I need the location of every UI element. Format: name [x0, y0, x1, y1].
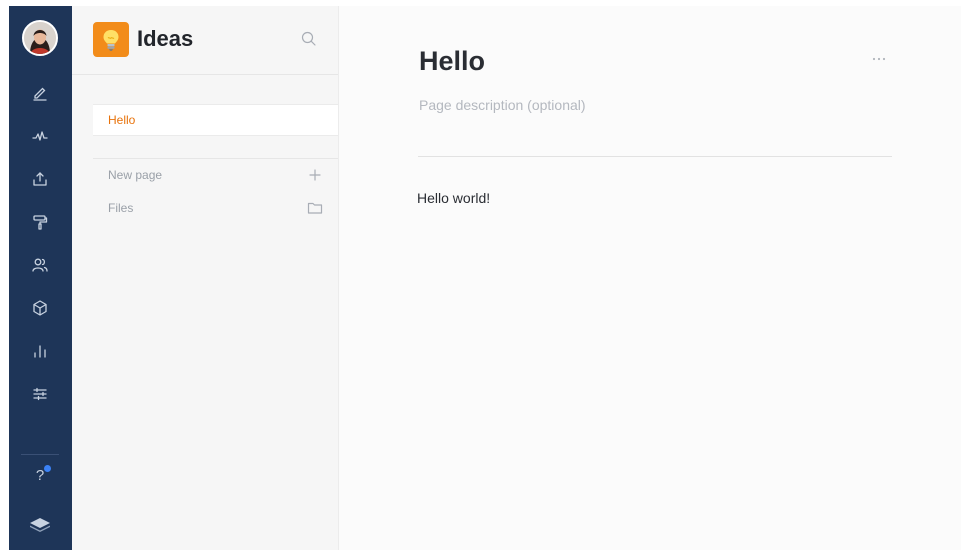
- icon-rail: ?: [9, 6, 72, 550]
- space-title: Ideas: [137, 26, 194, 51]
- help-icon[interactable]: ?: [29, 465, 51, 487]
- cube-icon[interactable]: [29, 297, 51, 319]
- paint-roller-icon[interactable]: [29, 211, 51, 233]
- files-button[interactable]: Files: [93, 196, 323, 222]
- page-body-text[interactable]: Hello world!: [417, 190, 490, 206]
- app-window: ? Ideas Hello New page Files Hello Page …: [0, 0, 961, 550]
- lightbulb-icon: [93, 22, 129, 57]
- users-icon[interactable]: [29, 254, 51, 276]
- avatar-image: [24, 22, 56, 54]
- activity-icon[interactable]: [29, 125, 51, 147]
- sidebar-page-label: Hello: [108, 113, 136, 127]
- notification-dot: [44, 465, 51, 472]
- new-page-label: New page: [108, 168, 163, 182]
- new-page-button[interactable]: New page: [93, 163, 323, 189]
- help-label: ?: [35, 467, 45, 484]
- rail-divider: [21, 454, 59, 455]
- page-title[interactable]: Hello: [419, 46, 485, 77]
- content-divider: [418, 156, 892, 157]
- sidebar-page-hello[interactable]: Hello: [93, 104, 338, 136]
- sidebar-divider: [93, 158, 338, 159]
- space-header: Ideas: [72, 6, 338, 75]
- pencil-icon[interactable]: [29, 82, 51, 104]
- page-editor: Hello Hello world!: [339, 6, 961, 550]
- files-label: Files: [108, 201, 134, 215]
- upload-icon[interactable]: [29, 168, 51, 190]
- book-icon[interactable]: [29, 513, 51, 535]
- more-options-icon[interactable]: [869, 52, 889, 66]
- sliders-icon[interactable]: [29, 383, 51, 405]
- user-avatar[interactable]: [22, 20, 58, 56]
- folder-icon: [307, 200, 323, 216]
- bar-chart-icon[interactable]: [29, 340, 51, 362]
- plus-icon: [307, 167, 323, 183]
- space-sidebar: Ideas Hello New page Files: [72, 6, 339, 550]
- search-icon[interactable]: [300, 30, 318, 48]
- page-description-input[interactable]: [419, 97, 889, 113]
